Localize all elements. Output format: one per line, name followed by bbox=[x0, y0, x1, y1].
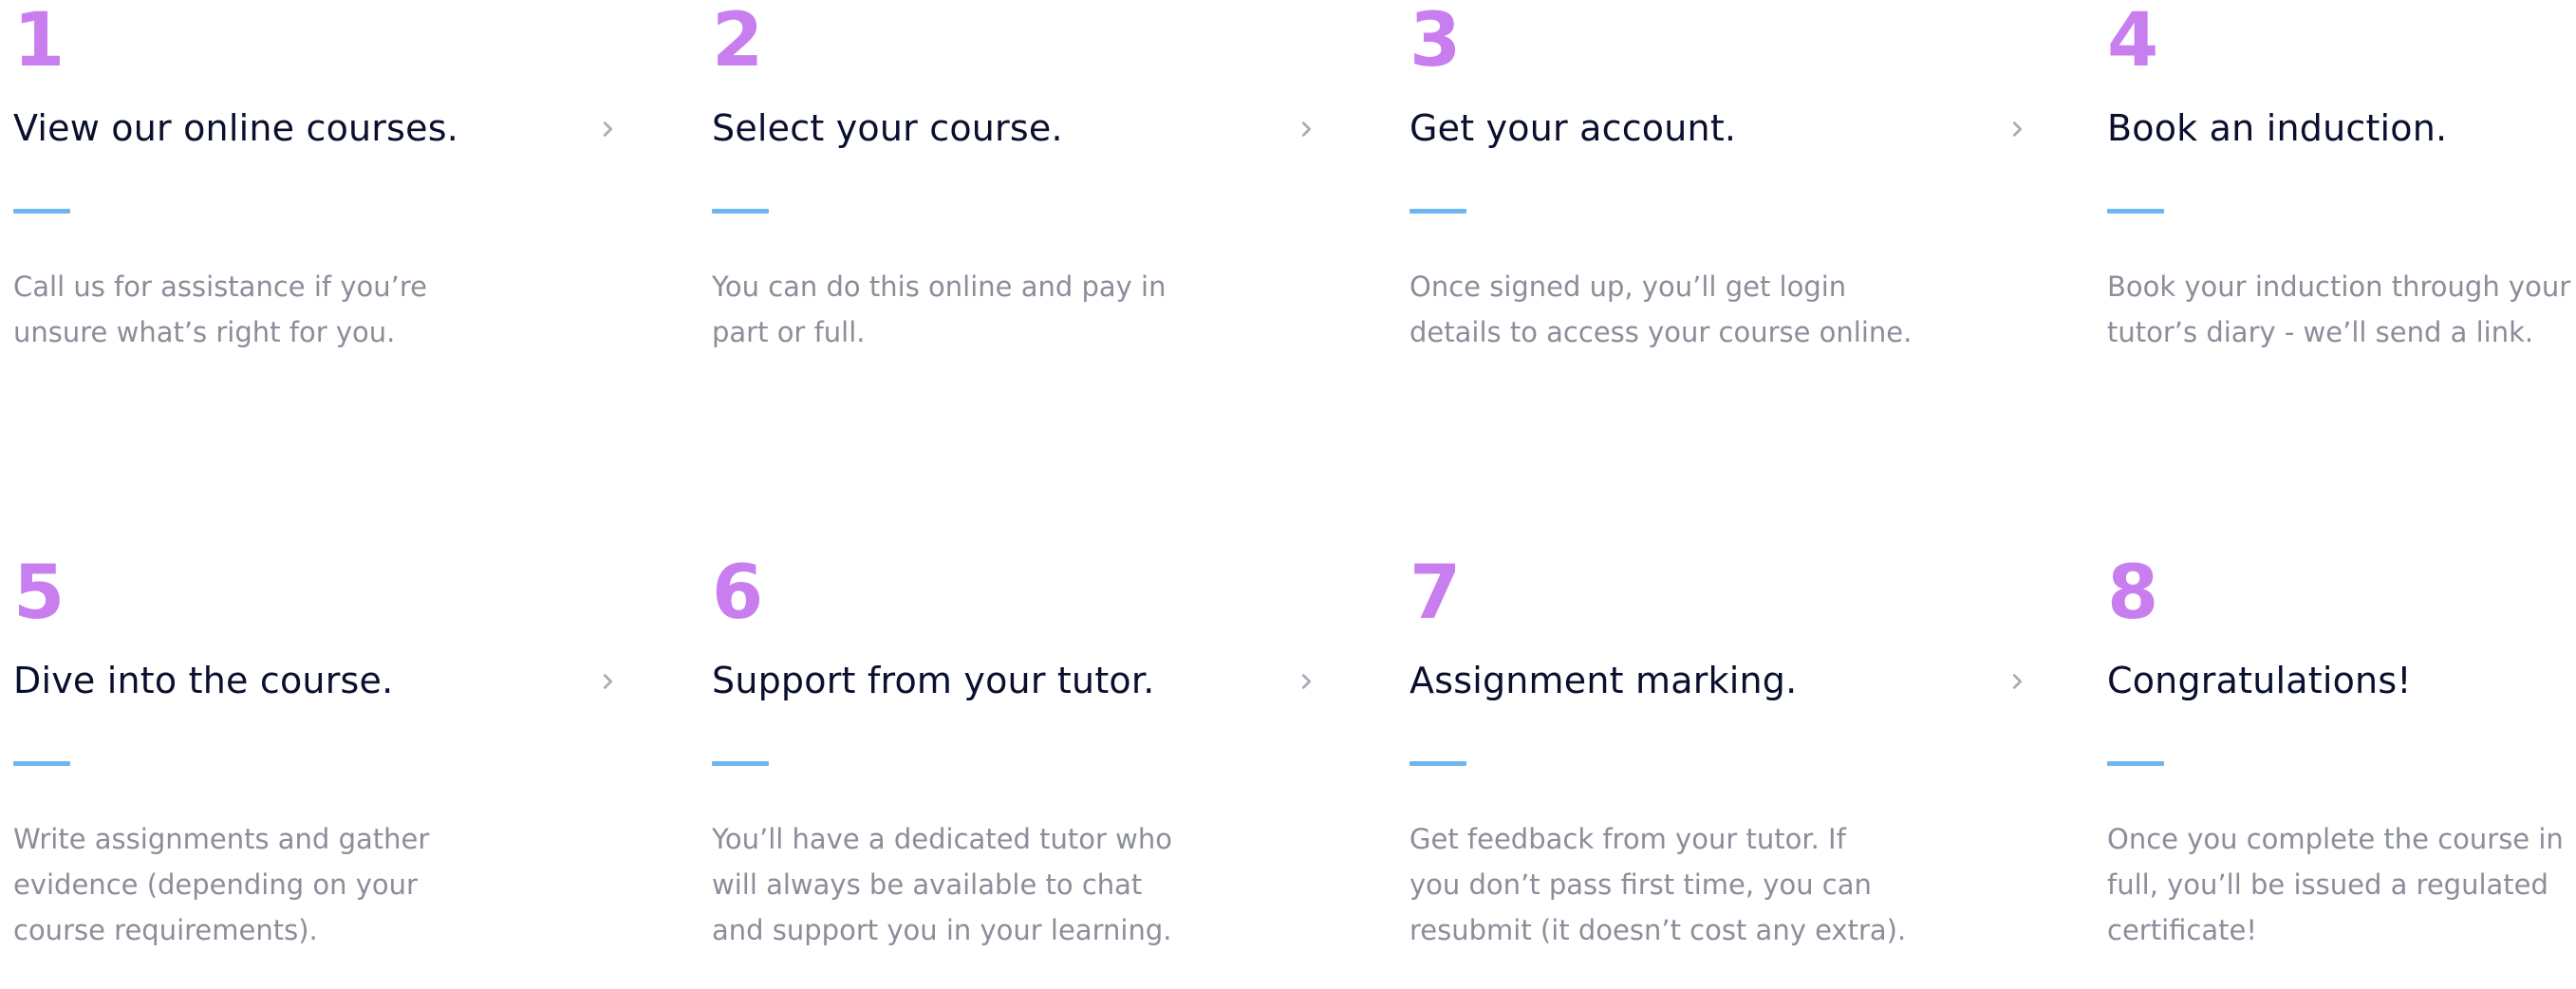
step-5: 5 Dive into the course. Write assignment… bbox=[13, 550, 613, 989]
step-description-line: Call us for assistance if you’re bbox=[13, 271, 427, 303]
step-description-line: unsure what’s right for you. bbox=[13, 316, 396, 348]
step-number: 2 bbox=[712, 0, 764, 84]
step-description: You can do this online and pay in part o… bbox=[712, 264, 1243, 355]
step-description: Get feedback from your tutor. If you don… bbox=[1409, 816, 1941, 953]
accent-line bbox=[1409, 761, 1466, 766]
step-description: Call us for assistance if you’re unsure … bbox=[13, 264, 545, 355]
step-description-line: You’ll have a dedicated tutor who bbox=[712, 823, 1173, 855]
accent-line bbox=[1409, 209, 1466, 214]
step-7: 7 Assignment marking. Get feedback from … bbox=[1409, 550, 2023, 989]
step-title: Support from your tutor. bbox=[712, 660, 1155, 701]
step-description-line: Once you complete the course in bbox=[2107, 823, 2564, 855]
step-description-line: resubmit (it doesn’t cost any extra). bbox=[1409, 914, 1907, 946]
step-title: Congratulations! bbox=[2107, 660, 2412, 701]
chevron-right-icon bbox=[1287, 110, 1325, 148]
step-title: Book an induction. bbox=[2107, 107, 2448, 149]
step-description: Write assignments and gather evidence (d… bbox=[13, 816, 545, 953]
step-description-line: course requirements). bbox=[13, 914, 318, 946]
accent-line bbox=[712, 761, 769, 766]
step-description: Once you complete the course in full, yo… bbox=[2107, 816, 2576, 953]
accent-line bbox=[2107, 761, 2164, 766]
step-6: 6 Support from your tutor. You’ll have a… bbox=[712, 550, 1312, 989]
step-description-line: and support you in your learning. bbox=[712, 914, 1172, 946]
step-number: 4 bbox=[2107, 0, 2159, 84]
step-number: 7 bbox=[1409, 550, 1462, 636]
step-description: Book your induction through your tutor’s… bbox=[2107, 264, 2576, 355]
step-title: Get your account. bbox=[1409, 107, 1737, 149]
chevron-right-icon bbox=[588, 110, 626, 148]
step-number: 3 bbox=[1409, 0, 1462, 84]
accent-line bbox=[13, 209, 70, 214]
step-number: 1 bbox=[13, 0, 65, 84]
step-description-line: full, you’ll be issued a regulated bbox=[2107, 868, 2548, 901]
chevron-right-icon bbox=[1287, 662, 1325, 700]
chevron-right-icon bbox=[1998, 110, 2036, 148]
step-description: Once signed up, you’ll get login details… bbox=[1409, 264, 1941, 355]
step-description-line: details to access your course online. bbox=[1409, 316, 1913, 348]
step-title: Dive into the course. bbox=[13, 660, 394, 701]
accent-line bbox=[2107, 209, 2164, 214]
step-description: You’ll have a dedicated tutor who will a… bbox=[712, 816, 1243, 953]
step-4: 4 Book an induction. Book your induction… bbox=[2107, 0, 2576, 437]
step-number: 5 bbox=[13, 550, 65, 636]
step-description-line: will always be available to chat bbox=[712, 868, 1143, 901]
step-description-line: Book your induction through your bbox=[2107, 271, 2571, 303]
accent-line bbox=[712, 209, 769, 214]
step-title: Assignment marking. bbox=[1409, 660, 1798, 701]
chevron-right-icon bbox=[588, 662, 626, 700]
step-description-line: you don’t pass first time, you can bbox=[1409, 868, 1872, 901]
step-description-line: evidence (depending on your bbox=[13, 868, 418, 901]
step-description-line: certificate! bbox=[2107, 914, 2257, 946]
step-title: Select your course. bbox=[712, 107, 1063, 149]
step-description-line: Get feedback from your tutor. If bbox=[1409, 823, 1846, 855]
step-title: View our online courses. bbox=[13, 107, 458, 149]
step-3: 3 Get your account. Once signed up, you’… bbox=[1409, 0, 2023, 437]
step-2: 2 Select your course. You can do this on… bbox=[712, 0, 1312, 437]
step-description-line: Write assignments and gather bbox=[13, 823, 430, 855]
step-8: 8 Congratulations! Once you complete the… bbox=[2107, 552, 2576, 989]
step-description-line: You can do this online and pay in bbox=[712, 271, 1167, 303]
step-1: 1 View our online courses. Call us for a… bbox=[13, 0, 613, 437]
accent-line bbox=[13, 761, 70, 766]
step-description-line: Once signed up, you’ll get login bbox=[1409, 271, 1847, 303]
step-number: 8 bbox=[2107, 550, 2159, 636]
chevron-right-icon bbox=[1998, 662, 2036, 700]
step-description-line: tutor’s diary - we’ll send a link. bbox=[2107, 316, 2534, 348]
steps-grid: 1 View our online courses. Call us for a… bbox=[0, 0, 2576, 946]
step-description-line: part or full. bbox=[712, 316, 866, 348]
step-number: 6 bbox=[712, 550, 764, 636]
